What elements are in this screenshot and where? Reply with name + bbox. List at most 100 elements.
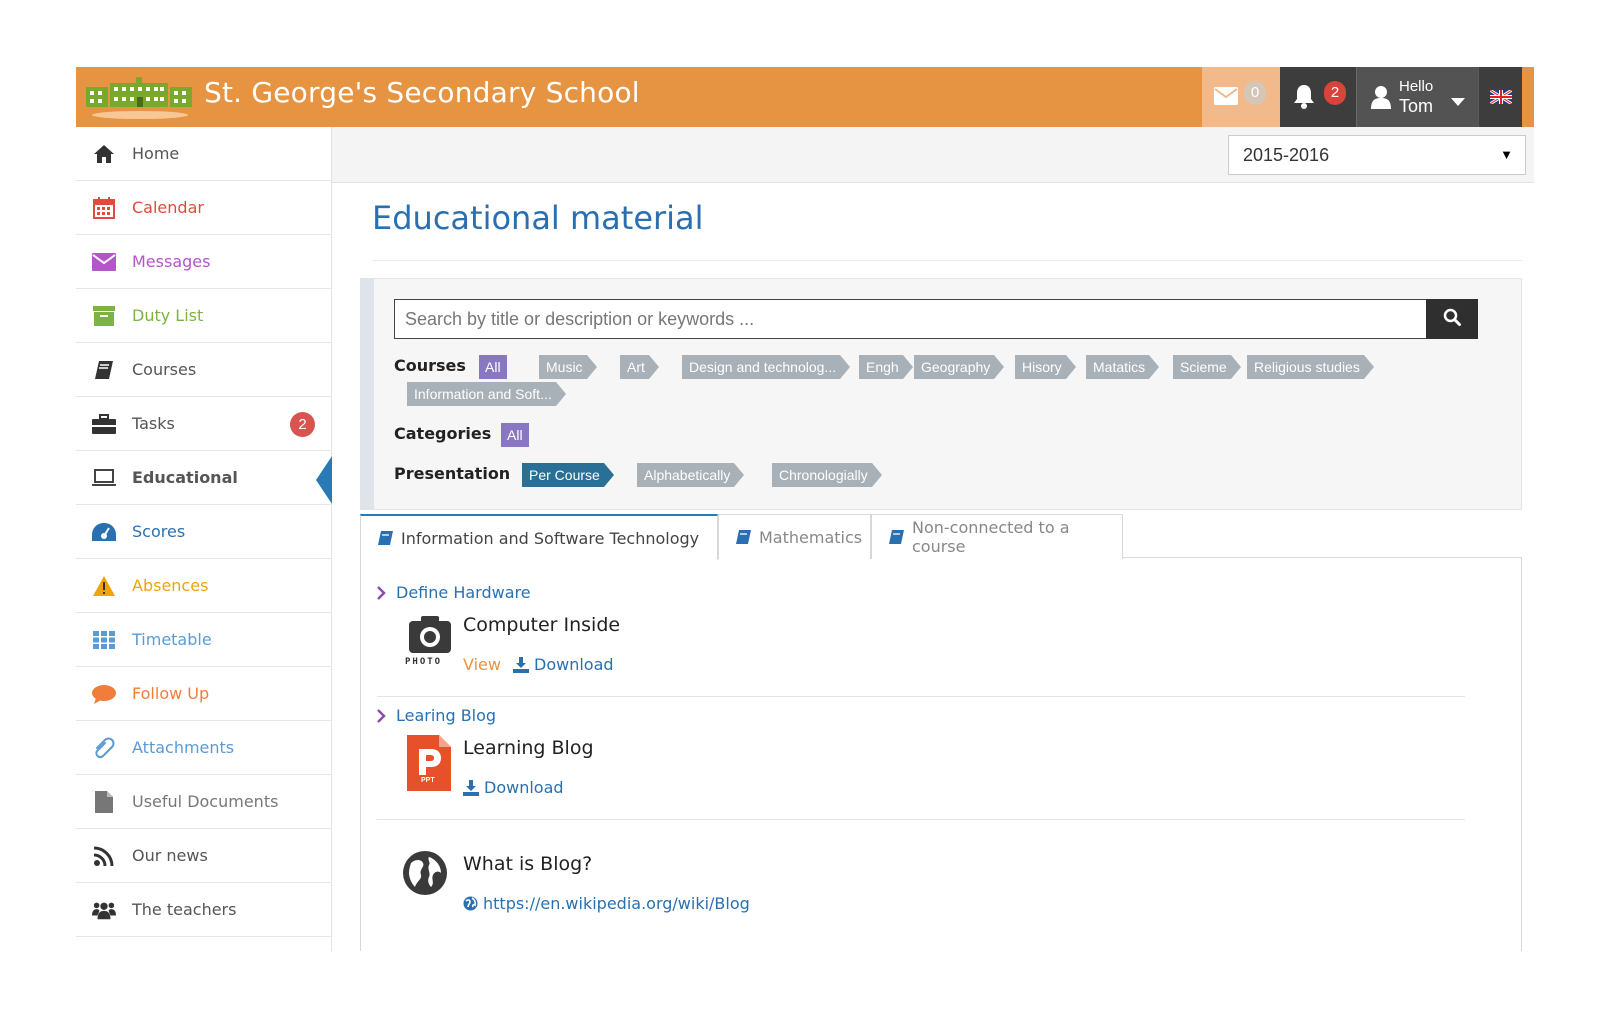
grid-icon [92,628,116,652]
tasks-count-badge: 2 [290,412,315,437]
sidebar-item-courses[interactable]: Courses [76,343,331,397]
page-title: Educational material [372,199,704,237]
uk-flag-icon [1489,88,1513,109]
school-name: St. George's Secondary School [204,76,640,109]
presentation-per-course[interactable]: Per Course [522,463,614,487]
section-title: Define Hardware [396,583,531,602]
title-divider [372,260,1522,261]
course-tag-mathematics[interactable]: Matatics [1086,355,1160,379]
tab-label: Non-connected to a course [912,518,1070,556]
tab-non-connected[interactable]: Non-connected to a course [871,514,1123,559]
filter-panel: Courses All Music Art Design and technol… [360,278,1522,510]
course-tag-english[interactable]: Engh [859,355,913,379]
sidebar-item-useful-documents[interactable]: Useful Documents [76,775,331,829]
caret-down-icon: ▼ [1500,147,1513,162]
course-tag-history[interactable]: Hisory [1015,355,1076,379]
sidebar-item-tasks[interactable]: Tasks 2 [76,397,331,451]
sidebar-item-absences[interactable]: Absences [76,559,331,613]
section-header-define-hardware[interactable]: Define Hardware [377,583,531,602]
paperclip-icon [92,736,116,760]
language-button[interactable] [1478,67,1522,127]
sidebar-item-duty-list[interactable]: Duty List [76,289,331,343]
user-name: Tom [1399,96,1434,116]
envelope-icon [1214,87,1238,110]
categories-all-chip[interactable]: All [501,423,529,447]
tab-information-technology[interactable]: Information and Software Technology [360,514,718,560]
sidebar-item-scores[interactable]: Scores [76,505,331,559]
school-logo[interactable] [84,75,194,119]
comment-icon [92,682,116,706]
briefcase-icon [92,412,116,436]
file-type-label: PHOTO [405,657,443,667]
download-label: Download [484,778,564,797]
download-link[interactable]: Download [513,655,614,674]
book-icon [888,530,904,544]
notifications-count-badge: 2 [1324,81,1346,105]
users-icon [92,898,116,922]
photo-file-icon: PHOTO [403,613,457,673]
sidebar-item-label: Attachments [132,738,235,757]
sidebar-item-educational[interactable]: Educational [76,451,332,505]
sidebar-item-label: Courses [132,360,197,379]
file-type-label: PPT [421,777,435,784]
school-year-value: 2015-2016 [1243,145,1330,165]
section-divider [377,696,1465,697]
categories-filter-label: Categories [394,424,492,443]
chevron-right-icon [377,585,396,600]
search-button[interactable] [1426,299,1478,339]
school-year-select[interactable]: 2015-2016 ▼ [1228,135,1526,175]
greeting-text: Hello [1399,78,1434,95]
sidebar-item-calendar[interactable]: Calendar [76,181,331,235]
tab-mathematics[interactable]: Mathematics [718,514,871,559]
material-title[interactable]: Learning Blog [463,737,594,759]
sidebar-item-timetable[interactable]: Timetable [76,613,331,667]
courses-all-chip[interactable]: All [479,355,507,379]
view-link[interactable]: View [463,655,501,674]
course-tag-religious-studies[interactable]: Religious studies [1247,355,1374,379]
calendar-icon [92,196,116,220]
sidebar-item-the-teachers[interactable]: The teachers [76,883,331,937]
header: St. George's Secondary School 0 2 Hello … [76,67,1534,127]
sidebar-item-follow-up[interactable]: Follow Up [76,667,331,721]
external-link[interactable]: https://en.wikipedia.org/wiki/Blog [463,894,750,913]
link-url: https://en.wikipedia.org/wiki/Blog [483,894,750,913]
file-icon [92,790,116,814]
active-item-pointer [316,456,332,504]
sidebar-item-home[interactable]: Home [76,127,331,181]
sidebar-item-our-news[interactable]: Our news [76,829,331,883]
sidebar-item-label: Absences [132,576,209,595]
material-title[interactable]: What is Blog? [463,853,592,875]
tab-label: Information and Software Technology [401,528,700,548]
sidebar-item-label: Calendar [132,198,204,217]
course-tag-geography[interactable]: Geography [914,355,1005,379]
bell-icon [1292,83,1316,114]
user-menu-button[interactable]: Hello Tom [1356,67,1478,127]
notifications-button[interactable]: 2 [1280,67,1356,127]
sidebar-item-messages[interactable]: Messages [76,235,331,289]
sidebar-item-attachments[interactable]: Attachments [76,721,331,775]
sidebar-item-label: Messages [132,252,211,271]
course-tag-information[interactable]: Information and Soft... [407,382,566,406]
download-icon [513,656,534,673]
download-label: Download [534,655,614,674]
dashboard-icon [92,520,116,544]
messages-count-badge: 0 [1244,81,1266,105]
section-header-learning-blog[interactable]: Learing Blog [377,706,496,725]
course-tag-music[interactable]: Music [539,355,597,379]
course-tag-design[interactable]: Design and technolog... [682,355,851,379]
presentation-chronologically[interactable]: Chronologially [772,463,882,487]
material-title[interactable]: Computer Inside [463,614,620,636]
presentation-alphabetically[interactable]: Alphabetically [637,463,745,487]
messages-button[interactable]: 0 [1202,67,1280,127]
sidebar-item-label: Duty List [132,306,204,325]
envelope-icon [92,250,116,274]
download-link[interactable]: Download [463,778,564,797]
search-input[interactable] [395,300,1435,338]
download-icon [463,779,484,796]
material-list: Define Hardware PHOTO Computer Inside Vi… [360,558,1522,951]
course-tag-art[interactable]: Art [620,355,659,379]
presentation-filter-label: Presentation [394,464,511,483]
course-tag-science[interactable]: Scieme [1173,355,1241,379]
section-title: Learing Blog [396,706,497,725]
app-window: St. George's Secondary School 0 2 Hello … [76,67,1534,951]
